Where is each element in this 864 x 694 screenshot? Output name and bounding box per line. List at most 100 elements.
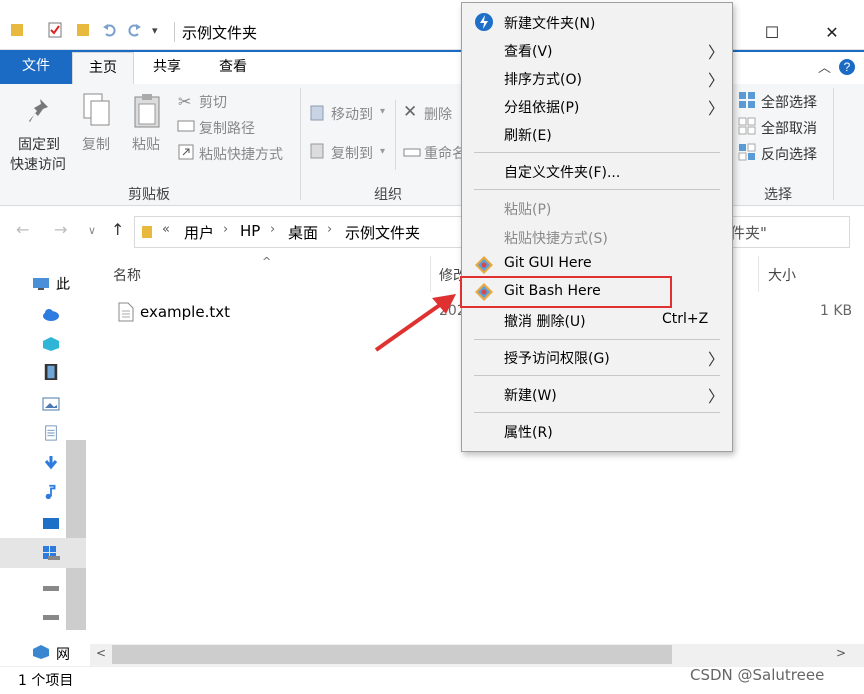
- cloud-icon[interactable]: [42, 306, 60, 322]
- menu-item-refresh[interactable]: 刷新(E): [504, 125, 552, 145]
- copy-path-icon: [177, 120, 195, 132]
- scrollbar-thumb[interactable]: [112, 645, 672, 664]
- menu-separator: [474, 339, 720, 340]
- paste-button[interactable]: 粘贴: [132, 134, 160, 154]
- select-all-button[interactable]: 全部选择: [761, 92, 817, 112]
- copy-to-button[interactable]: 复制到: [331, 143, 373, 163]
- music-icon[interactable]: [42, 484, 60, 500]
- git-icon: [475, 256, 493, 274]
- recent-locations-icon[interactable]: ∨: [88, 224, 96, 237]
- folder-icon: [11, 24, 23, 36]
- documents-icon[interactable]: [42, 425, 60, 441]
- pictures-icon[interactable]: [42, 396, 60, 412]
- chevron-right-icon[interactable]: ›: [270, 222, 275, 237]
- nav-item-network[interactable]: 网: [56, 644, 70, 664]
- tab-share[interactable]: 共享: [134, 52, 200, 84]
- search-placeholder: 件夹": [730, 224, 767, 242]
- close-button[interactable]: ✕: [808, 18, 856, 48]
- up-icon[interactable]: ↑: [111, 220, 124, 239]
- select-all-icon: [739, 92, 755, 108]
- drive-icon[interactable]: [42, 609, 60, 625]
- menu-item-group-by[interactable]: 分组依据(P): [504, 97, 579, 117]
- copy-button[interactable]: 复制: [82, 134, 110, 154]
- select-none-button[interactable]: 全部取消: [761, 118, 817, 138]
- paste-icon: [134, 94, 160, 128]
- file-size: 1 KB: [820, 303, 853, 319]
- scroll-left-icon[interactable]: <: [96, 646, 106, 660]
- move-to-button[interactable]: 移动到: [331, 104, 373, 124]
- menu-separator: [474, 189, 720, 190]
- breadcrumb-hp[interactable]: HP: [240, 222, 260, 240]
- delete-icon: ✕: [403, 102, 418, 122]
- menu-item-paste[interactable]: 粘贴(P): [504, 199, 551, 219]
- customize-quick-access-icon[interactable]: ▾: [152, 24, 158, 37]
- chevron-down-icon: ▾: [380, 106, 386, 117]
- chevron-up-icon[interactable]: ︿: [818, 57, 831, 76]
- breadcrumb-overflow[interactable]: «: [162, 222, 170, 237]
- help-icon[interactable]: ?: [838, 58, 856, 76]
- menu-item-sort-by[interactable]: 排序方式(O): [504, 69, 582, 89]
- organize-group-label: 组织: [374, 187, 402, 203]
- chevron-right-icon: 〉: [708, 387, 725, 406]
- chevron-right-icon[interactable]: ›: [327, 222, 332, 237]
- breadcrumb-users[interactable]: 用户: [184, 222, 214, 243]
- maximize-button[interactable]: ☐: [748, 18, 796, 48]
- downloads-icon[interactable]: [42, 455, 60, 471]
- chevron-right-icon[interactable]: ›: [223, 222, 228, 237]
- paste-shortcut-button[interactable]: 粘贴快捷方式: [199, 144, 283, 164]
- column-header-name[interactable]: 名称: [113, 265, 141, 285]
- drive-icon[interactable]: [42, 580, 60, 596]
- watermark: CSDN @Salutreee: [690, 666, 825, 684]
- tab-file[interactable]: 文件: [0, 50, 72, 84]
- sort-ascending-icon: ^: [262, 255, 272, 268]
- invert-selection-button[interactable]: 反向选择: [761, 144, 817, 164]
- menu-item-give-access[interactable]: 授予访问权限(G): [504, 348, 610, 368]
- menu-item-paste-shortcut[interactable]: 粘贴快捷方式(S): [504, 228, 608, 248]
- menu-item-git-gui[interactable]: Git GUI Here: [504, 255, 592, 271]
- pin-label-1[interactable]: 固定到: [18, 134, 60, 154]
- menu-item-customize-folder[interactable]: 自定义文件夹(F)...: [504, 162, 620, 182]
- paste-shortcut-icon: [178, 144, 194, 160]
- forward-icon[interactable]: →: [54, 220, 67, 239]
- column-divider[interactable]: [758, 256, 759, 292]
- undo-icon[interactable]: [102, 22, 116, 38]
- tab-view[interactable]: 查看: [200, 52, 266, 84]
- cut-button[interactable]: 剪切: [199, 92, 227, 112]
- redo-icon[interactable]: [128, 22, 142, 38]
- ribbon-separator: [300, 88, 301, 200]
- nav-scrollbar[interactable]: [66, 440, 86, 630]
- window-title: 示例文件夹: [182, 24, 258, 42]
- desktop-icon[interactable]: [42, 516, 60, 532]
- menu-separator: [474, 152, 720, 153]
- title-divider: [174, 22, 175, 42]
- chevron-right-icon: 〉: [708, 43, 725, 62]
- text-file-icon: [118, 302, 134, 322]
- breadcrumb-desktop[interactable]: 桌面: [288, 222, 318, 243]
- pin-label-2[interactable]: 快速访问: [10, 154, 66, 174]
- copy-icon: [83, 93, 110, 126]
- 3d-objects-icon[interactable]: [42, 336, 60, 352]
- menu-item-properties[interactable]: 属性(R): [504, 422, 553, 442]
- scroll-right-icon[interactable]: >: [836, 646, 846, 660]
- column-header-size[interactable]: 大小: [768, 265, 796, 285]
- rename-button[interactable]: 重命名: [424, 143, 466, 163]
- undo-shortcut: Ctrl+Z: [662, 311, 709, 327]
- new-folder-icon[interactable]: [76, 22, 90, 38]
- delete-button[interactable]: 删除: [424, 104, 452, 124]
- menu-item-new[interactable]: 新建(W): [504, 385, 557, 405]
- back-icon[interactable]: ←: [16, 220, 29, 239]
- videos-icon[interactable]: [42, 364, 60, 380]
- this-pc-icon[interactable]: [32, 276, 50, 292]
- tab-home[interactable]: 主页: [72, 52, 134, 84]
- breadcrumb-current-folder[interactable]: 示例文件夹: [345, 222, 420, 243]
- column-divider[interactable]: [430, 256, 431, 292]
- network-icon[interactable]: [32, 644, 50, 660]
- nav-item-this-pc[interactable]: 此: [56, 274, 70, 294]
- menu-item-view[interactable]: 查看(V): [504, 41, 553, 61]
- copy-path-button[interactable]: 复制路径: [199, 118, 255, 138]
- menu-item-new-folder[interactable]: 新建文件夹(N): [504, 13, 595, 33]
- properties-icon[interactable]: [48, 22, 62, 38]
- menu-item-undo-delete[interactable]: 撤消 删除(U): [504, 311, 586, 331]
- local-disk-icon[interactable]: [42, 545, 60, 561]
- select-group-label: 选择: [764, 187, 792, 203]
